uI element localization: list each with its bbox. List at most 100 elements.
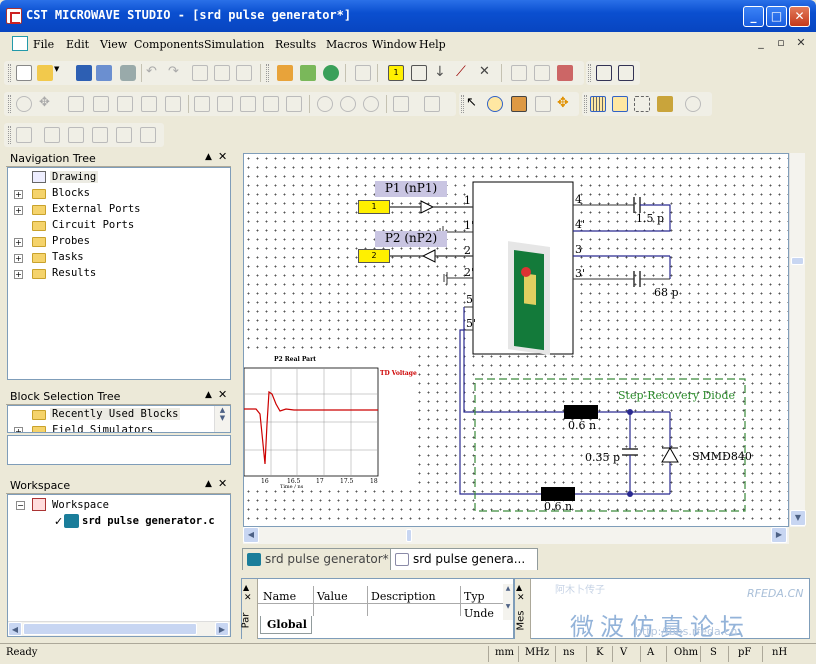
expand-icon[interactable]: + [14, 427, 23, 432]
expand-icon[interactable]: + [14, 270, 23, 279]
redo-icon[interactable]: ↷ [168, 65, 184, 81]
app-icon[interactable] [6, 8, 22, 24]
macro-icon[interactable] [424, 96, 440, 112]
circuit-port-icon[interactable] [411, 65, 427, 81]
align4-icon[interactable] [92, 127, 108, 143]
tree-item-workspace[interactable]: Workspace [52, 499, 109, 511]
tab-srd-pulse-generator[interactable]: srd pulse generator* [242, 548, 394, 570]
tile-icon[interactable] [618, 65, 634, 81]
block-icon[interactable] [511, 65, 527, 81]
zoom-select-icon[interactable] [487, 96, 503, 112]
import-icon[interactable] [355, 65, 371, 81]
diode-group-label[interactable]: Step-Recovery Diode [618, 389, 735, 402]
close-button[interactable]: ✕ [789, 6, 810, 27]
pan-icon[interactable]: ✥ [39, 96, 55, 112]
view3-icon[interactable] [240, 96, 256, 112]
panel-close-icon[interactable]: ✕ [218, 150, 227, 163]
column-description[interactable]: Description [371, 590, 436, 603]
menu-help[interactable]: Help [419, 38, 446, 51]
collapse-icon[interactable]: − [16, 501, 25, 510]
plot3-icon[interactable] [117, 96, 133, 112]
panel-pin-icon[interactable]: ▲ [205, 152, 212, 162]
panel-pin-icon[interactable]: ▲ [516, 583, 522, 592]
panel-close-icon[interactable]: ✕ [218, 477, 227, 490]
port2-label[interactable]: P2 (nP2) [375, 231, 447, 247]
snap-icon[interactable] [612, 96, 628, 112]
plot1-icon[interactable] [68, 96, 84, 112]
minimize-button[interactable]: _ [743, 6, 764, 27]
unit-time[interactable]: ns [563, 647, 575, 658]
scroll-thumb[interactable] [791, 257, 804, 265]
template-icon[interactable] [393, 96, 409, 112]
plot4-icon[interactable] [141, 96, 157, 112]
menu-simulation[interactable]: Simulation [204, 38, 264, 51]
menu-components[interactable]: Components [134, 38, 204, 51]
wire-icon[interactable]: ⟋ [456, 65, 472, 81]
diode-label[interactable]: SMMD840 [692, 450, 752, 463]
unit-current[interactable]: A [647, 647, 654, 658]
column-name[interactable]: Name [263, 590, 296, 603]
save-icon[interactable] [76, 65, 92, 81]
tree-item-recent-blocks[interactable]: Recently Used Blocks [50, 408, 181, 420]
plot5-icon[interactable] [165, 96, 181, 112]
menu-results[interactable]: Results [275, 38, 316, 51]
external-port-icon[interactable]: 1 [388, 65, 404, 81]
smith2-icon[interactable] [363, 96, 379, 112]
canvas-hscrollbar[interactable]: ◀ ▶ [243, 527, 789, 544]
align5-icon[interactable] [116, 127, 132, 143]
document-icon[interactable] [12, 36, 28, 51]
port1-box[interactable]: 1 [358, 200, 390, 214]
polar-icon[interactable] [317, 96, 333, 112]
scroll-thumb[interactable] [23, 623, 197, 635]
view1-icon[interactable] [194, 96, 210, 112]
settings-gear-icon[interactable] [685, 96, 701, 112]
tree-item-document[interactable]: srd pulse generator.c [82, 515, 215, 527]
canvas-vscrollbar[interactable]: ▼ [789, 153, 806, 527]
capacitor-3-label[interactable]: 0.35 p [585, 451, 620, 464]
frame-icon[interactable] [634, 96, 650, 112]
new-icon[interactable] [16, 65, 32, 81]
port2-box[interactable]: 2 [358, 249, 390, 263]
grid-icon[interactable] [590, 96, 606, 112]
unit-conductance[interactable]: S [710, 647, 717, 658]
tree-item-probes[interactable]: Probes [52, 235, 90, 247]
params-vscrollbar[interactable]: ▲ ▼ [503, 584, 513, 620]
menu-edit[interactable]: Edit [66, 38, 89, 51]
menu-view[interactable]: View [100, 38, 127, 51]
parameter-icon[interactable] [277, 65, 293, 81]
simulate-icon[interactable] [323, 65, 339, 81]
cut-icon[interactable] [192, 65, 208, 81]
zoom-fit-icon[interactable] [511, 96, 527, 112]
view2-icon[interactable] [217, 96, 233, 112]
open-icon[interactable] [37, 65, 53, 81]
cascade-icon[interactable] [596, 65, 612, 81]
panel-close-icon[interactable]: ✕ [517, 593, 525, 603]
menu-macros[interactable]: Macros [326, 38, 368, 51]
mdi-restore-icon[interactable]: ▫ [773, 36, 789, 50]
view5-icon[interactable] [286, 96, 302, 112]
undo-icon[interactable]: ↶ [146, 65, 162, 81]
parameter-side-tab[interactable]: Par [240, 613, 251, 629]
unit-capacitance[interactable]: pF [738, 647, 751, 658]
export-icon[interactable] [557, 65, 573, 81]
align2-icon[interactable] [44, 127, 60, 143]
tree-item-external-ports[interactable]: External Ports [52, 203, 141, 215]
align3-icon[interactable] [68, 127, 84, 143]
panel-pin-icon[interactable]: ▲ [243, 583, 249, 592]
panel-close-icon[interactable]: ✕ [218, 388, 227, 401]
tools-icon[interactable]: ✕ [479, 65, 495, 81]
inductor-1-label[interactable]: 0.6 n [568, 419, 596, 432]
view4-icon[interactable] [263, 96, 279, 112]
capacitor-1-label[interactable]: 1.5 p [636, 212, 664, 225]
column-value[interactable]: Value [317, 590, 348, 603]
plot2-icon[interactable] [93, 96, 109, 112]
mdi-close-icon[interactable]: ✕ [793, 36, 809, 50]
tree-item-circuit-ports[interactable]: Circuit Ports [52, 219, 134, 231]
probe-icon[interactable]: ↓ [434, 65, 450, 81]
save-all-icon[interactable] [96, 65, 112, 81]
ruler-icon[interactable] [657, 96, 673, 112]
add-parameter-icon[interactable] [300, 65, 316, 81]
align6-icon[interactable] [140, 127, 156, 143]
zoom-out-icon[interactable] [535, 96, 551, 112]
expand-icon[interactable]: + [14, 238, 23, 247]
